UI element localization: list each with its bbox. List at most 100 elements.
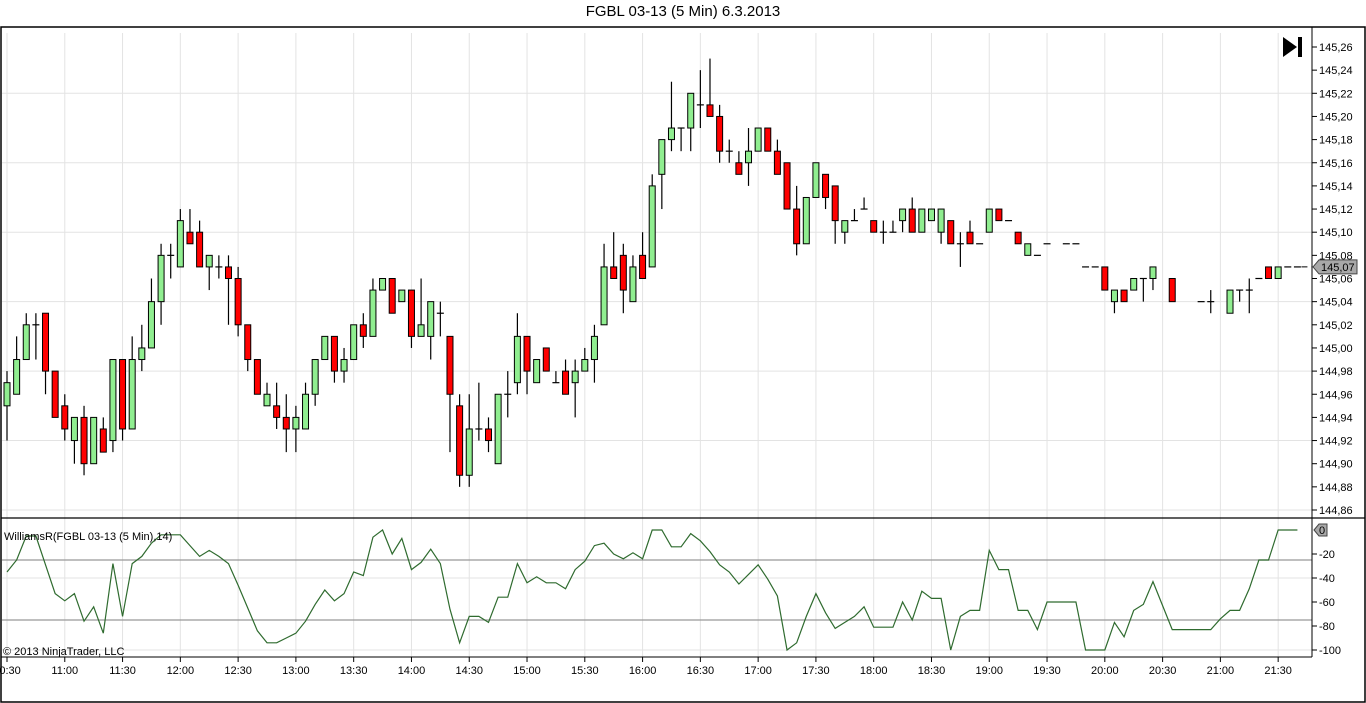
candle-body-up bbox=[350, 324, 358, 361]
candle-body-up bbox=[745, 150, 753, 164]
candle-body-up bbox=[1024, 243, 1032, 256]
x-tick-label: 15:30 bbox=[571, 665, 599, 677]
candle-body-down bbox=[716, 115, 724, 152]
indicator-value-marker: 0 bbox=[1313, 523, 1328, 537]
candle bbox=[985, 208, 993, 233]
candle bbox=[32, 313, 40, 360]
chart-canvas[interactable]: 145,26 145,24 145,22 145,20 145,18 145,16 145,… bbox=[0, 0, 1366, 703]
candle-body-down bbox=[619, 254, 627, 291]
candle-body-down bbox=[196, 231, 204, 268]
y-tick-label: 145,00 bbox=[1319, 343, 1353, 355]
candle bbox=[99, 417, 107, 453]
candle bbox=[822, 173, 830, 210]
candle-body-down bbox=[1101, 266, 1109, 291]
candle-body-down bbox=[407, 289, 415, 337]
y-tick-label: 145,16 bbox=[1319, 158, 1353, 170]
candle bbox=[783, 162, 791, 210]
candle-body-down bbox=[706, 104, 714, 117]
candle-body-up bbox=[311, 359, 319, 395]
candle bbox=[417, 278, 425, 337]
candle bbox=[253, 359, 261, 395]
candle-body-up bbox=[629, 266, 637, 303]
price-axis[interactable]: 145,26 145,24 145,22 145,20 145,18 145,16 145,… bbox=[1312, 42, 1353, 517]
y-tick-label: 145,24 bbox=[1319, 65, 1353, 77]
indicator-axis[interactable]: -20 -40 -60 -80 -100 bbox=[1312, 549, 1341, 657]
candle-body-down bbox=[947, 220, 955, 245]
candle-body-down bbox=[273, 405, 281, 418]
y-tick-label: 145,14 bbox=[1319, 181, 1353, 193]
x-tick-label: 14:30 bbox=[455, 665, 483, 677]
candle-body-up bbox=[1274, 266, 1282, 279]
last-price-marker: 145,07 bbox=[1312, 259, 1358, 275]
candle-body-up bbox=[937, 208, 945, 233]
x-tick-label: 10:30 bbox=[0, 665, 21, 677]
price-candles bbox=[3, 58, 1312, 487]
x-tick-label: 15:00 bbox=[513, 665, 541, 677]
candle bbox=[562, 359, 570, 395]
candle-body-up bbox=[1110, 289, 1118, 303]
skip-to-end-icon[interactable] bbox=[1283, 37, 1302, 57]
candle bbox=[571, 359, 579, 418]
candle bbox=[427, 301, 435, 360]
candle-body-up bbox=[427, 301, 435, 337]
y-tick-label: 145,18 bbox=[1319, 135, 1353, 147]
candle bbox=[340, 347, 348, 383]
y-tick-label: 144,90 bbox=[1319, 459, 1353, 471]
candle bbox=[13, 336, 21, 395]
candle bbox=[147, 278, 155, 349]
candle-body-up bbox=[687, 92, 695, 129]
candle bbox=[1236, 289, 1244, 302]
candle bbox=[937, 208, 945, 244]
candle bbox=[350, 324, 358, 361]
williams-r-line bbox=[6, 529, 1298, 652]
candle bbox=[590, 324, 598, 383]
candle bbox=[22, 313, 30, 361]
y-tick-label: -60 bbox=[1319, 597, 1335, 609]
candle bbox=[234, 266, 242, 337]
candle bbox=[398, 289, 406, 303]
candle bbox=[263, 382, 271, 407]
candle bbox=[793, 185, 801, 256]
candle bbox=[947, 220, 955, 245]
candle-body-down bbox=[51, 370, 59, 418]
candle bbox=[927, 208, 935, 222]
candle bbox=[1014, 231, 1022, 245]
candle bbox=[716, 104, 724, 163]
candle-body-down bbox=[1120, 289, 1128, 303]
candle-body-up bbox=[754, 127, 762, 152]
candle-body-down bbox=[773, 150, 781, 175]
candle bbox=[379, 278, 387, 291]
candle-body-down bbox=[61, 405, 69, 430]
candle bbox=[581, 347, 589, 372]
candle-body-up bbox=[13, 359, 21, 395]
y-tick-label: 145,26 bbox=[1319, 42, 1353, 54]
candle-body-up bbox=[918, 208, 926, 233]
candle bbox=[119, 359, 127, 441]
candle bbox=[754, 127, 762, 152]
x-tick-label: 20:00 bbox=[1091, 665, 1119, 677]
candle bbox=[369, 278, 377, 337]
candle-body-down bbox=[793, 208, 801, 245]
candle-body-up bbox=[667, 127, 675, 141]
candle-body-up bbox=[292, 416, 300, 430]
indicator-label: WilliamsR(FGBL 03-13 (5 Min),14) bbox=[4, 531, 172, 543]
candle-body-down bbox=[783, 162, 791, 210]
candle-body-down bbox=[764, 127, 772, 152]
y-tick-label: 145,06 bbox=[1319, 274, 1353, 286]
time-axis[interactable]: 10:30 11:00 11:30 12:00 12:30 13:00 13:30 14:00… bbox=[0, 657, 1292, 677]
candle-body-up bbox=[1149, 266, 1157, 279]
candle bbox=[1226, 289, 1234, 314]
x-tick-label: 16:00 bbox=[629, 665, 657, 677]
candle-body-up bbox=[513, 335, 521, 384]
candle bbox=[1265, 266, 1273, 279]
candle-body-up bbox=[109, 359, 117, 442]
candle bbox=[648, 174, 656, 268]
candle-body-up bbox=[465, 428, 473, 476]
candle-body-up bbox=[302, 393, 310, 430]
candle bbox=[696, 70, 704, 129]
candle bbox=[899, 208, 907, 233]
candle-body-up bbox=[648, 185, 656, 268]
x-tick-label: 17:00 bbox=[744, 665, 772, 677]
candle-body-up bbox=[899, 208, 907, 222]
candle bbox=[860, 197, 868, 210]
